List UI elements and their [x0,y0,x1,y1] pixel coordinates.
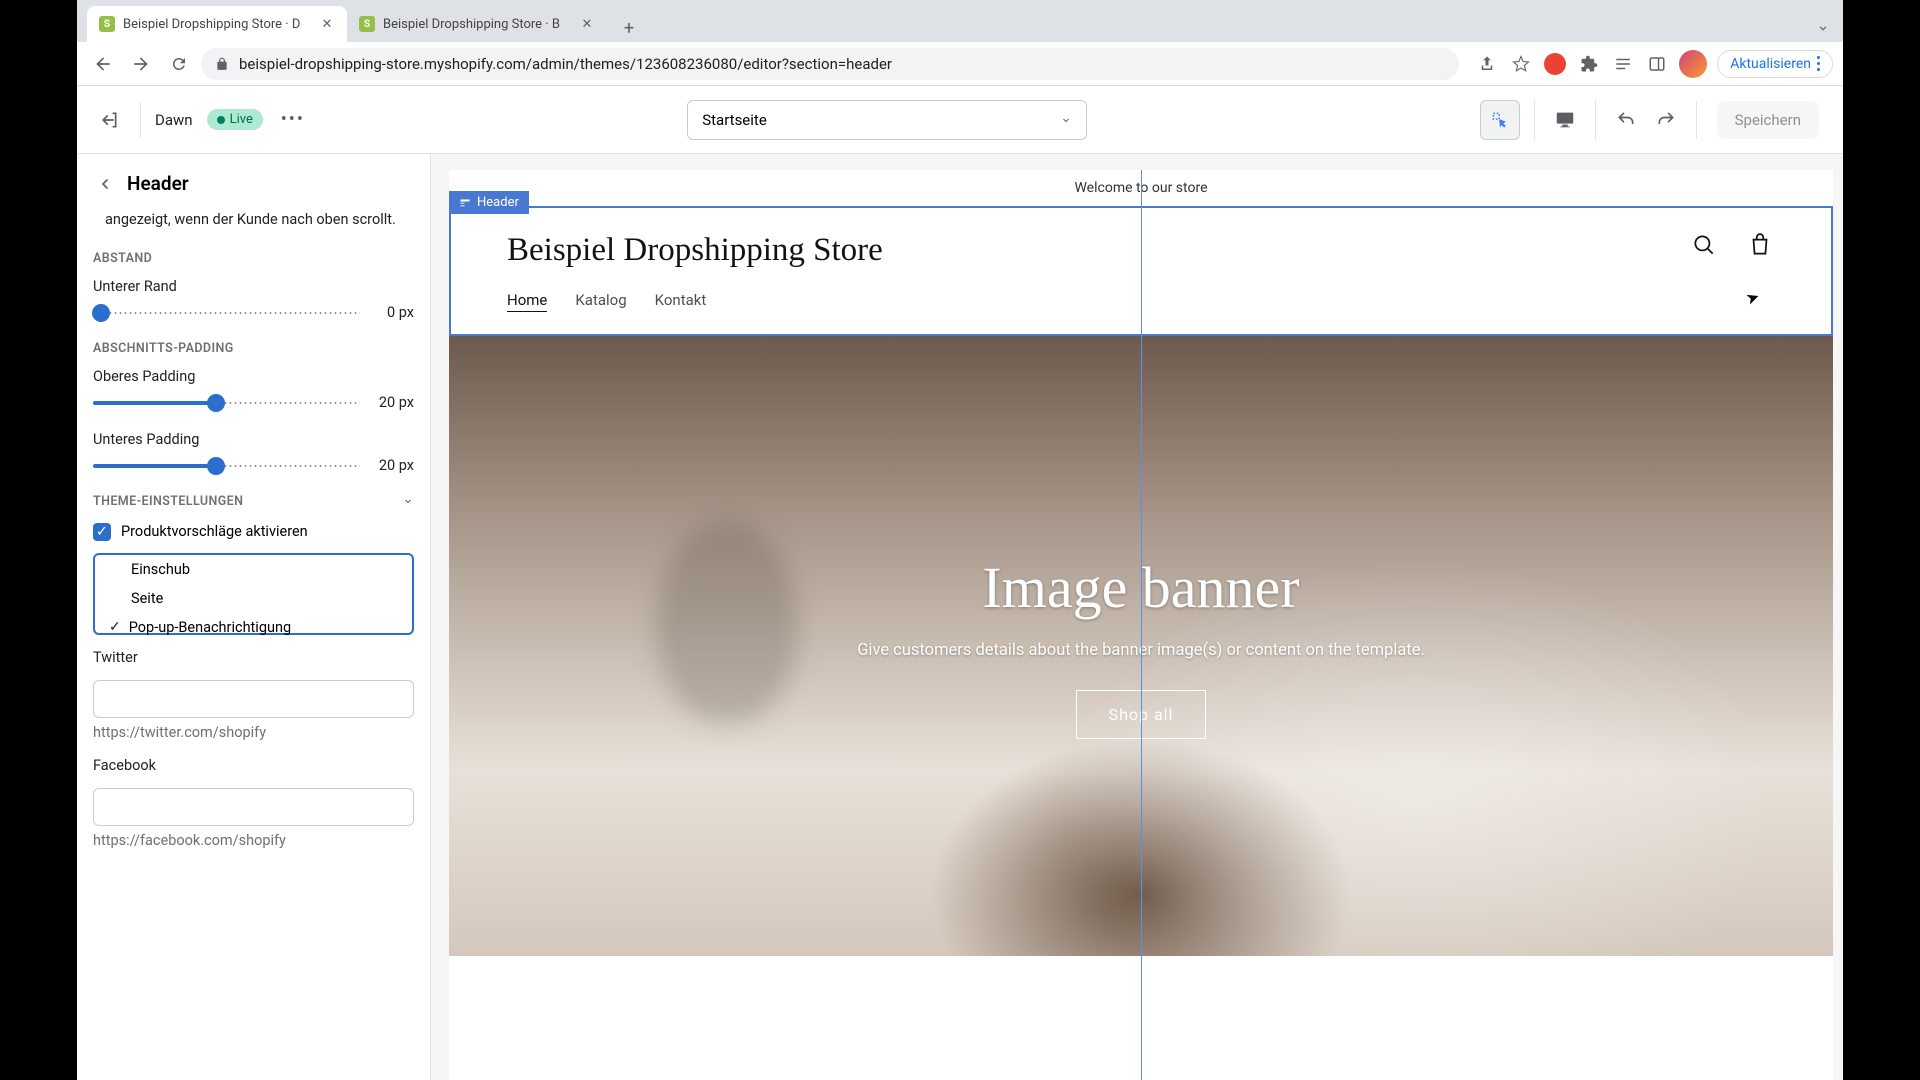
inspector-toggle[interactable] [1480,100,1520,140]
tab-title: Beispiel Dropshipping Store · D [123,17,300,32]
slider-value: 0 px [372,304,414,321]
update-label: Aktualisieren [1730,56,1811,72]
url-text: beispiel-dropshipping-store.myshopify.co… [239,55,892,73]
field-label: Unterer Rand [93,278,414,295]
cart-icon[interactable] [1747,232,1773,258]
save-button[interactable]: Speichern [1717,101,1819,139]
bookmark-icon[interactable] [1509,52,1533,76]
close-icon[interactable]: ✕ [319,16,335,32]
new-tab-button[interactable]: + [615,14,643,42]
padding-top-slider[interactable] [93,393,360,413]
back-button[interactable] [87,48,119,80]
url-input[interactable]: beispiel-dropshipping-store.myshopify.co… [201,48,1459,80]
chevron-down-icon [402,495,414,507]
forward-button[interactable] [125,48,157,80]
field-label: Twitter [93,649,414,666]
exit-button[interactable] [91,102,141,138]
preview-frame: Header Welcome to our store Beispiel Dro… [449,170,1833,1080]
adblock-icon[interactable] [1543,52,1567,76]
profile-avatar[interactable] [1679,50,1707,78]
section-label-overlay[interactable]: Header [449,191,529,214]
search-icon[interactable] [1691,232,1717,258]
desktop-view-button[interactable] [1545,100,1585,140]
twitter-input[interactable] [93,680,414,718]
back-icon[interactable] [97,176,113,192]
field-label: Oberes Padding [93,368,414,385]
nav-katalog[interactable]: Katalog [575,291,626,312]
nav-kontakt[interactable]: Kontakt [655,291,707,312]
favicon-icon: S [99,16,115,32]
reload-button[interactable] [163,48,195,80]
page-selector-label: Startseite [702,111,767,129]
check-icon: ✓ [109,619,121,635]
sidepanel-icon[interactable] [1645,52,1669,76]
browser-tab-strip: S Beispiel Dropshipping Store · D ✕ S Be… [77,0,1843,42]
lock-icon [215,57,229,71]
menu-icon [1817,56,1820,71]
browser-tab-inactive[interactable]: S Beispiel Dropshipping Store · B ✕ [347,6,607,42]
sidebar-title: Header [127,172,189,195]
nav-home[interactable]: Home [507,291,547,312]
update-button[interactable]: Aktualisieren [1717,50,1833,78]
field-hint: https://facebook.com/shopify [77,832,430,865]
sidebar-description: angezeigt, wenn der Kunde nach oben scro… [77,209,430,231]
product-suggestions-checkbox[interactable]: ✓ [93,523,111,541]
browser-tab-active[interactable]: S Beispiel Dropshipping Store · D ✕ [87,6,347,42]
settings-sidebar: Header angezeigt, wenn der Kunde nach ob… [77,154,431,1080]
slider-value: 20 px [372,457,414,474]
tab-overflow-button[interactable] [1809,14,1837,42]
tab-title: Beispiel Dropshipping Store · B [383,17,560,32]
padding-bottom-slider[interactable] [93,456,360,476]
checkbox-label: Produktvorschläge aktivieren [121,523,308,540]
undo-button[interactable] [1606,100,1646,140]
dropdown-option-einschub[interactable]: Einschub [95,555,412,584]
field-label: Unteres Padding [93,431,414,448]
dropdown-option-popup[interactable]: ✓Pop-up-Benachrichtigung [95,613,412,642]
slider-value: 20 px [372,394,414,411]
section-icon [459,197,471,209]
favicon-icon: S [359,16,375,32]
cart-type-dropdown[interactable]: Einschub Seite ✓Pop-up-Benachrichtigung [93,553,414,635]
extensions-icon[interactable] [1577,52,1601,76]
share-icon[interactable] [1475,52,1499,76]
section-label-padding: ABSCHNITTS-PADDING [77,341,430,356]
center-guide-line [1141,170,1142,1080]
page-selector[interactable]: Startseite [687,100,1087,140]
live-label: Live [230,112,253,127]
editor-topbar: Dawn Live ••• Startseite Speichern [77,86,1843,154]
chevron-down-icon [1060,114,1072,126]
redo-button[interactable] [1646,100,1686,140]
reading-list-icon[interactable] [1611,52,1635,76]
margin-bottom-slider[interactable] [93,303,360,323]
section-label-text: Header [477,195,519,210]
theme-settings-toggle[interactable]: THEME-EINSTELLUNGEN [77,494,430,523]
section-label-abstand: ABSTAND [77,251,430,266]
field-label: Facebook [93,757,414,774]
live-dot-icon [217,116,225,124]
preview-pane: Header Welcome to our store Beispiel Dro… [431,154,1843,1080]
section-label-theme: THEME-EINSTELLUNGEN [93,494,243,509]
theme-name: Dawn [155,111,193,129]
address-bar: beispiel-dropshipping-store.myshopify.co… [77,42,1843,86]
more-actions-button[interactable]: ••• [277,104,309,136]
live-badge: Live [207,109,263,130]
dropdown-option-seite[interactable]: Seite [95,584,412,613]
facebook-input[interactable] [93,788,414,826]
field-hint: https://twitter.com/shopify [77,724,430,757]
close-icon[interactable]: ✕ [579,16,595,32]
